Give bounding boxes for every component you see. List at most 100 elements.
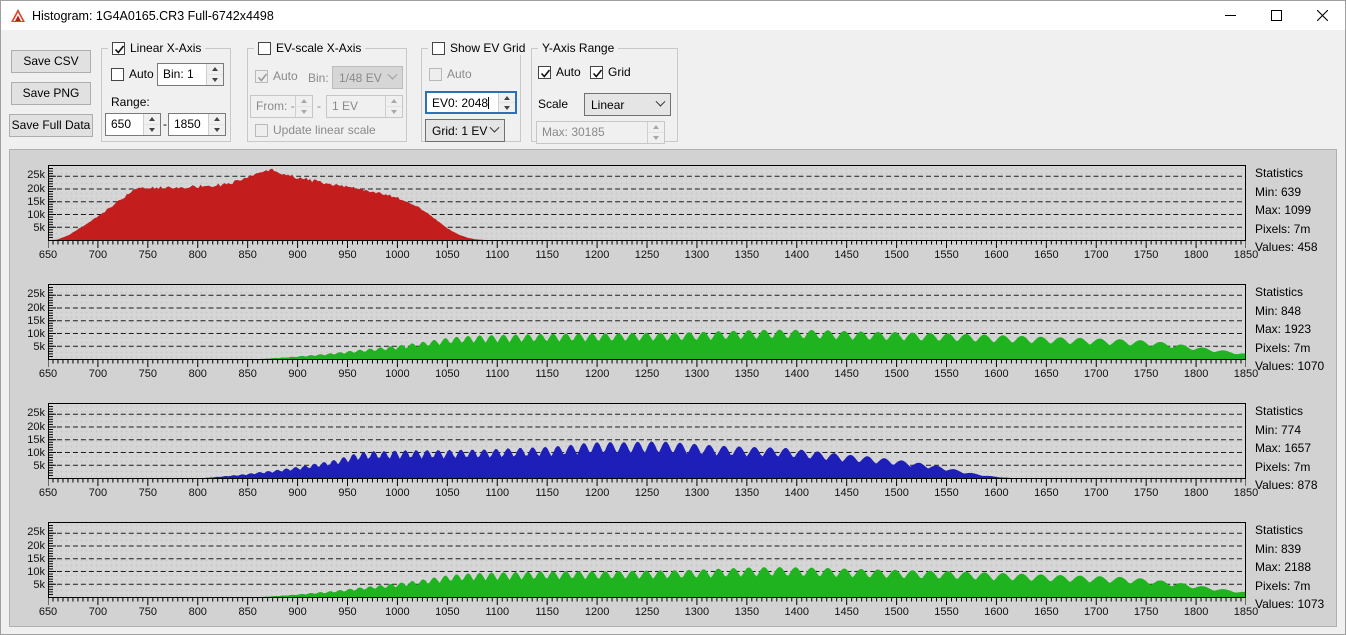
x-tick-label: 1650 bbox=[1034, 249, 1058, 261]
y-tick-label: 20k bbox=[27, 421, 45, 433]
x-tick-label: 1500 bbox=[884, 606, 908, 618]
group-show-ev-grid: Show EV Grid Auto EV0: 2048 Grid: 1 EV bbox=[421, 48, 521, 142]
x-tick-label: 850 bbox=[238, 249, 256, 261]
statistics-block: Statistics Min: 774 Max: 1657 Pixels: 7m… bbox=[1246, 388, 1336, 507]
x-tick-label: 1100 bbox=[485, 606, 509, 618]
x-tick-label: 1600 bbox=[984, 368, 1008, 380]
x-tick-label: 1050 bbox=[435, 368, 459, 380]
x-tick-label: 800 bbox=[189, 606, 207, 618]
x-tick-label: 1750 bbox=[1134, 249, 1158, 261]
x-tick-label: 900 bbox=[288, 368, 306, 380]
x-tick-label: 1600 bbox=[984, 487, 1008, 499]
chevron-down-icon bbox=[490, 123, 500, 133]
spin-arrows[interactable] bbox=[143, 114, 160, 135]
x-tick-label: 1650 bbox=[1034, 368, 1058, 380]
close-button[interactable] bbox=[1299, 1, 1345, 30]
y-tick-label: 25k bbox=[27, 169, 45, 181]
x-tick-label: 1550 bbox=[934, 606, 958, 618]
x-tick-label: 700 bbox=[89, 368, 107, 380]
minimize-button[interactable] bbox=[1207, 1, 1253, 30]
x-tick-label: 1100 bbox=[485, 368, 509, 380]
ev-scale-checkbox[interactable] bbox=[258, 42, 271, 55]
x-tick-label: 700 bbox=[89, 606, 107, 618]
histogram-container: 5k10k15k20k25k 6507007508008509009501000… bbox=[9, 149, 1337, 627]
stat-values: Values: 1073 bbox=[1255, 595, 1336, 614]
save-full-data-button[interactable]: Save Full Data bbox=[9, 114, 93, 137]
x-tick-label: 1350 bbox=[735, 487, 759, 499]
x-tick-label: 1050 bbox=[435, 606, 459, 618]
update-linear-scale-label: Update linear scale bbox=[273, 123, 376, 137]
title-bar: Histogram: 1G4A0165.CR3 Full-6742x4498 bbox=[1, 1, 1345, 30]
range-from-spinner[interactable]: 650 bbox=[105, 113, 161, 136]
scale-label: Scale bbox=[538, 97, 568, 111]
x-tick-label: 1300 bbox=[685, 487, 709, 499]
x-tick-label: 900 bbox=[288, 606, 306, 618]
stat-pixels: Pixels: 7m bbox=[1255, 577, 1336, 596]
x-tick-label: 1000 bbox=[385, 606, 409, 618]
stat-max: Max: 1923 bbox=[1255, 320, 1336, 339]
x-tick-label: 1300 bbox=[685, 249, 709, 261]
x-tick-label: 1250 bbox=[635, 368, 659, 380]
stat-min: Min: 774 bbox=[1255, 421, 1336, 440]
y-auto-checkbox[interactable] bbox=[538, 66, 551, 79]
spin-arrows[interactable] bbox=[498, 93, 515, 112]
histogram-plot bbox=[48, 403, 1246, 479]
window-title: Histogram: 1G4A0165.CR3 Full-6742x4498 bbox=[32, 9, 274, 23]
group-title: Y-Axis Range bbox=[542, 41, 614, 55]
stat-max: Max: 2188 bbox=[1255, 558, 1336, 577]
show-ev-grid-checkbox[interactable] bbox=[432, 42, 445, 55]
x-tick-label: 1450 bbox=[834, 249, 858, 261]
y-tick-label: 10k bbox=[27, 447, 45, 459]
stat-values: Values: 1070 bbox=[1255, 357, 1336, 376]
y-tick-label: 10k bbox=[27, 328, 45, 340]
ev-from-spinner: From: -2 bbox=[250, 95, 313, 118]
x-tick-label: 650 bbox=[39, 368, 57, 380]
x-axis-labels: 6507007508008509009501000105011001150120… bbox=[48, 249, 1246, 263]
x-tick-label: 750 bbox=[139, 249, 157, 261]
x-tick-label: 1800 bbox=[1184, 368, 1208, 380]
x-tick-label: 1650 bbox=[1034, 487, 1058, 499]
x-tick-label: 1200 bbox=[585, 487, 609, 499]
x-tick-label: 1550 bbox=[934, 249, 958, 261]
range-to-spinner[interactable]: 1850 bbox=[168, 113, 226, 136]
y-tick-label: 20k bbox=[27, 540, 45, 552]
x-tick-label: 850 bbox=[238, 368, 256, 380]
stat-max: Max: 1099 bbox=[1255, 201, 1336, 220]
scale-combo[interactable]: Linear bbox=[584, 93, 671, 116]
spin-arrows[interactable] bbox=[208, 114, 225, 135]
save-png-button[interactable]: Save PNG bbox=[11, 82, 91, 105]
x-axis-ticks bbox=[48, 479, 1246, 487]
spin-arrows[interactable] bbox=[206, 64, 223, 85]
x-tick-label: 1150 bbox=[535, 368, 559, 380]
x-tick-label: 1250 bbox=[635, 249, 659, 261]
maximize-button[interactable] bbox=[1253, 1, 1299, 30]
x-tick-label: 1700 bbox=[1084, 249, 1108, 261]
x-tick-label: 1200 bbox=[585, 368, 609, 380]
window-controls bbox=[1207, 1, 1345, 30]
stat-values: Values: 458 bbox=[1255, 238, 1336, 257]
linear-auto-label: Auto bbox=[129, 67, 154, 81]
histogram-panel-b: 5k10k15k20k25k 6507007508008509009501000… bbox=[10, 388, 1336, 507]
y-tick-label: 5k bbox=[33, 341, 45, 353]
stat-pixels: Pixels: 7m bbox=[1255, 458, 1336, 477]
x-tick-label: 1450 bbox=[834, 606, 858, 618]
ev-grid-step-combo[interactable]: Grid: 1 EV bbox=[425, 119, 505, 142]
x-tick-label: 1550 bbox=[934, 487, 958, 499]
y-grid-checkbox[interactable] bbox=[590, 66, 603, 79]
y-tick-label: 20k bbox=[27, 183, 45, 195]
save-csv-button[interactable]: Save CSV bbox=[11, 50, 91, 73]
y-grid-label: Grid bbox=[608, 65, 631, 79]
linear-auto-checkbox[interactable] bbox=[111, 68, 124, 81]
chevron-down-icon bbox=[656, 97, 666, 107]
ev0-spinner[interactable]: EV0: 2048 bbox=[425, 91, 517, 114]
bin-spinner[interactable]: Bin: 1 bbox=[157, 63, 224, 86]
linear-x-axis-checkbox[interactable] bbox=[112, 42, 125, 55]
histogram-plot bbox=[48, 284, 1246, 360]
x-tick-label: 1000 bbox=[385, 249, 409, 261]
statistics-title: Statistics bbox=[1255, 164, 1336, 183]
statistics-block: Statistics Min: 639 Max: 1099 Pixels: 7m… bbox=[1246, 150, 1336, 269]
group-ev-scale-x-axis: EV-scale X-Axis Auto Bin: 1/48 EV From: … bbox=[247, 48, 407, 142]
app-icon bbox=[10, 8, 26, 24]
x-tick-label: 1100 bbox=[485, 487, 509, 499]
x-tick-label: 650 bbox=[39, 606, 57, 618]
